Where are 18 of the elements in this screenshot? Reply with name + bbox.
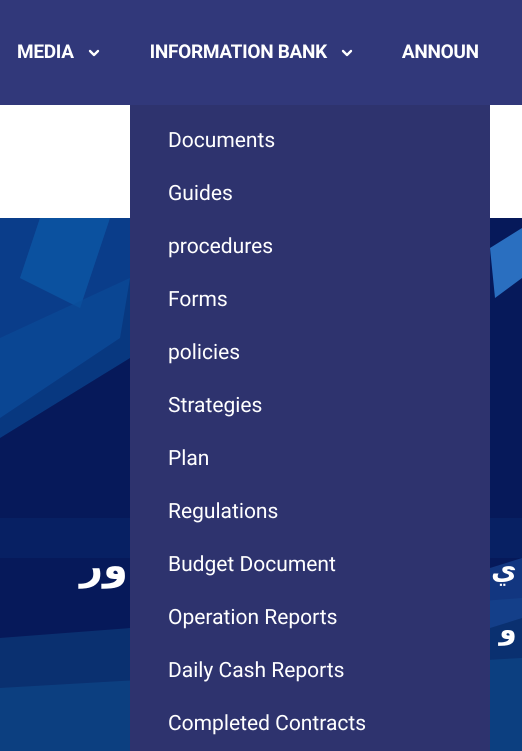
hero-heading: و xyxy=(497,612,517,648)
menu-item[interactable]: Strategies xyxy=(130,380,490,433)
nav-link[interactable]: MEDIA xyxy=(17,38,102,67)
menu-item[interactable]: Plan xyxy=(130,433,490,486)
menu-item[interactable]: Daily Cash Reports xyxy=(130,645,490,698)
menu-item[interactable]: Guides xyxy=(130,168,490,221)
nav-link[interactable]: INFORMATION BANK xyxy=(150,38,355,67)
menu-item[interactable]: policies xyxy=(130,327,490,380)
menu-item[interactable]: Documents xyxy=(130,115,490,168)
menu-item[interactable]: Completed Contracts xyxy=(130,698,490,751)
menu-item[interactable]: Operation Reports xyxy=(130,592,490,645)
menu-item[interactable]: procedures xyxy=(130,221,490,274)
menu-item[interactable]: Budget Document xyxy=(130,539,490,592)
menu-item[interactable]: Regulations xyxy=(130,486,490,539)
hero-heading: ور xyxy=(80,542,129,591)
menu-item[interactable]: Forms xyxy=(130,274,490,327)
hero-heading: ي xyxy=(491,552,517,588)
nav-link[interactable]: ANNOUN xyxy=(402,38,479,67)
